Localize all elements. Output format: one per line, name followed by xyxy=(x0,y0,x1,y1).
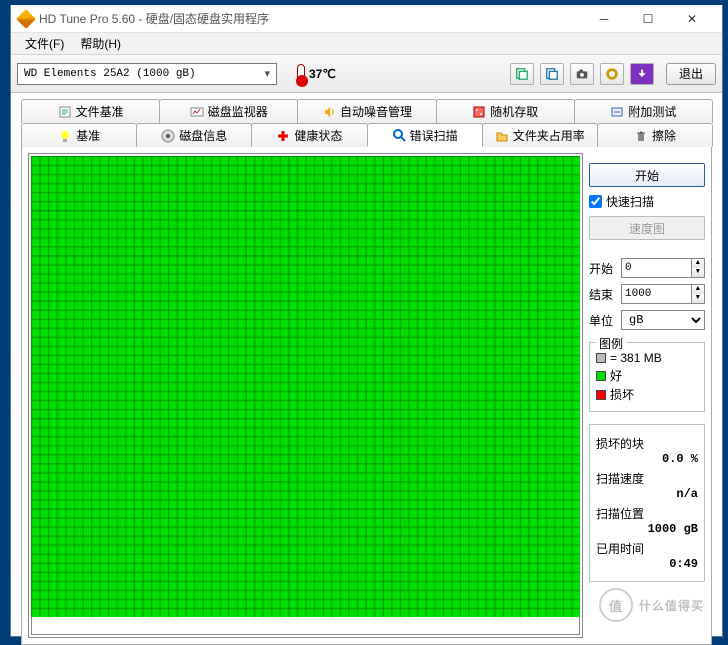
bulb-icon xyxy=(58,129,72,143)
end-spin-down[interactable]: ▼ xyxy=(692,294,704,303)
toolbar: WD Elements 25A2 (1000 gB) 37℃ 退出 xyxy=(11,55,722,93)
save-screenshot-button[interactable] xyxy=(570,63,594,85)
start-button[interactable]: 开始 xyxy=(589,163,705,187)
end-field-row: 结束 ▲▼ xyxy=(589,284,705,304)
damaged-value: 0.0 % xyxy=(596,452,698,466)
save-button[interactable] xyxy=(630,63,654,85)
tab-磁盘监视器[interactable]: 磁盘监视器 xyxy=(159,99,298,123)
pos-label: 扫描位置 xyxy=(596,505,698,522)
speed-label: 扫描速度 xyxy=(596,470,698,487)
tab-文件夹占用率[interactable]: 文件夹占用率 xyxy=(482,123,598,147)
block-swatch xyxy=(596,353,606,363)
start-spin-down[interactable]: ▼ xyxy=(692,268,704,277)
elapsed-label: 已用时间 xyxy=(596,540,698,557)
search-icon xyxy=(392,128,406,142)
bad-label: 损坏 xyxy=(610,386,634,403)
tab-随机存取[interactable]: 随机存取 xyxy=(436,99,575,123)
temperature-display: 37℃ xyxy=(297,64,336,84)
minimize-button[interactable]: ─ xyxy=(582,5,626,33)
speed-value: n/a xyxy=(596,487,698,501)
tab-row-2: 基准磁盘信息健康状态错误扫描文件夹占用率擦除 xyxy=(21,123,712,147)
window-title: HD Tune Pro 5.60 - 硬盘/固态硬盘实用程序 xyxy=(39,10,582,27)
start-field-row: 开始 ▲▼ xyxy=(589,258,705,278)
tab-文件基准[interactable]: 文件基准 xyxy=(21,99,160,123)
block-size-label: = 381 MB xyxy=(610,351,662,365)
start-spin-up[interactable]: ▲ xyxy=(692,259,704,268)
start-label: 开始 xyxy=(589,260,617,277)
scan-grid xyxy=(31,156,580,617)
damaged-label: 损坏的块 xyxy=(596,435,698,452)
options-button[interactable] xyxy=(600,63,624,85)
unit-select[interactable]: gB xyxy=(621,310,705,330)
good-swatch xyxy=(596,371,606,381)
speed-map-button: 速度图 xyxy=(589,216,705,240)
tab-错误扫描[interactable]: 错误扫描 xyxy=(367,123,483,147)
unit-label: 单位 xyxy=(589,312,617,329)
menu-help[interactable]: 帮助(H) xyxy=(72,33,129,54)
titlebar: HD Tune Pro 5.60 - 硬盘/固态硬盘实用程序 ─ ☐ ✕ xyxy=(11,5,722,33)
drive-select[interactable]: WD Elements 25A2 (1000 gB) xyxy=(17,63,277,85)
tab-附加测试[interactable]: 附加测试 xyxy=(574,99,713,123)
tab-擦除[interactable]: 擦除 xyxy=(597,123,713,147)
start-input[interactable] xyxy=(621,258,692,278)
good-label: 好 xyxy=(610,367,622,384)
end-label: 结束 xyxy=(589,286,617,303)
legend-group: 图例 = 381 MB 好 损坏 xyxy=(589,342,705,412)
file-bench-icon xyxy=(58,105,72,119)
tab-自动噪音管理[interactable]: 自动噪音管理 xyxy=(297,99,436,123)
elapsed-value: 0:49 xyxy=(596,557,698,571)
progress-bar xyxy=(31,617,580,635)
end-spin-up[interactable]: ▲ xyxy=(692,285,704,294)
tab-panel: 开始 快速扫描 速度图 开始 ▲▼ 结束 xyxy=(21,147,712,645)
menubar: 文件(F) 帮助(H) xyxy=(11,33,722,55)
app-icon xyxy=(16,9,36,29)
unit-field-row: 单位 gB xyxy=(589,310,705,330)
speaker-icon xyxy=(322,105,336,119)
end-input[interactable] xyxy=(621,284,692,304)
tab-row-1: 文件基准磁盘监视器自动噪音管理随机存取附加测试 xyxy=(21,99,712,123)
quick-scan-checkbox[interactable]: 快速扫描 xyxy=(589,193,705,210)
pos-value: 1000 gB xyxy=(596,522,698,536)
menu-file[interactable]: 文件(F) xyxy=(17,33,72,54)
exit-button[interactable]: 退出 xyxy=(666,63,716,85)
extra-icon xyxy=(610,105,624,119)
monitor-icon xyxy=(190,105,204,119)
stats-group: 损坏的块0.0 % 扫描速度n/a 扫描位置1000 gB 已用时间0:49 xyxy=(589,424,705,582)
random-icon xyxy=(472,105,486,119)
copy-screenshot-button[interactable] xyxy=(540,63,564,85)
quick-scan-input[interactable] xyxy=(589,195,602,208)
close-button[interactable]: ✕ xyxy=(670,5,714,33)
copy-info-button[interactable] xyxy=(510,63,534,85)
trash-icon xyxy=(634,129,648,143)
tab-基准[interactable]: 基准 xyxy=(21,123,137,147)
info-icon xyxy=(161,129,175,143)
health-icon xyxy=(276,129,290,143)
legend-title: 图例 xyxy=(596,335,626,352)
folder-icon xyxy=(495,129,509,143)
tab-area: 文件基准磁盘监视器自动噪音管理随机存取附加测试 基准磁盘信息健康状态错误扫描文件… xyxy=(11,93,722,645)
tab-磁盘信息[interactable]: 磁盘信息 xyxy=(136,123,252,147)
scan-grid-container xyxy=(28,153,583,638)
thermometer-icon xyxy=(297,64,305,84)
quick-scan-label: 快速扫描 xyxy=(606,193,654,210)
app-window: HD Tune Pro 5.60 - 硬盘/固态硬盘实用程序 ─ ☐ ✕ 文件(… xyxy=(10,5,723,637)
side-panel: 开始 快速扫描 速度图 开始 ▲▼ 结束 xyxy=(589,153,705,638)
temperature-value: 37℃ xyxy=(309,67,336,81)
bad-swatch xyxy=(596,390,606,400)
tab-健康状态[interactable]: 健康状态 xyxy=(251,123,367,147)
maximize-button[interactable]: ☐ xyxy=(626,5,670,33)
